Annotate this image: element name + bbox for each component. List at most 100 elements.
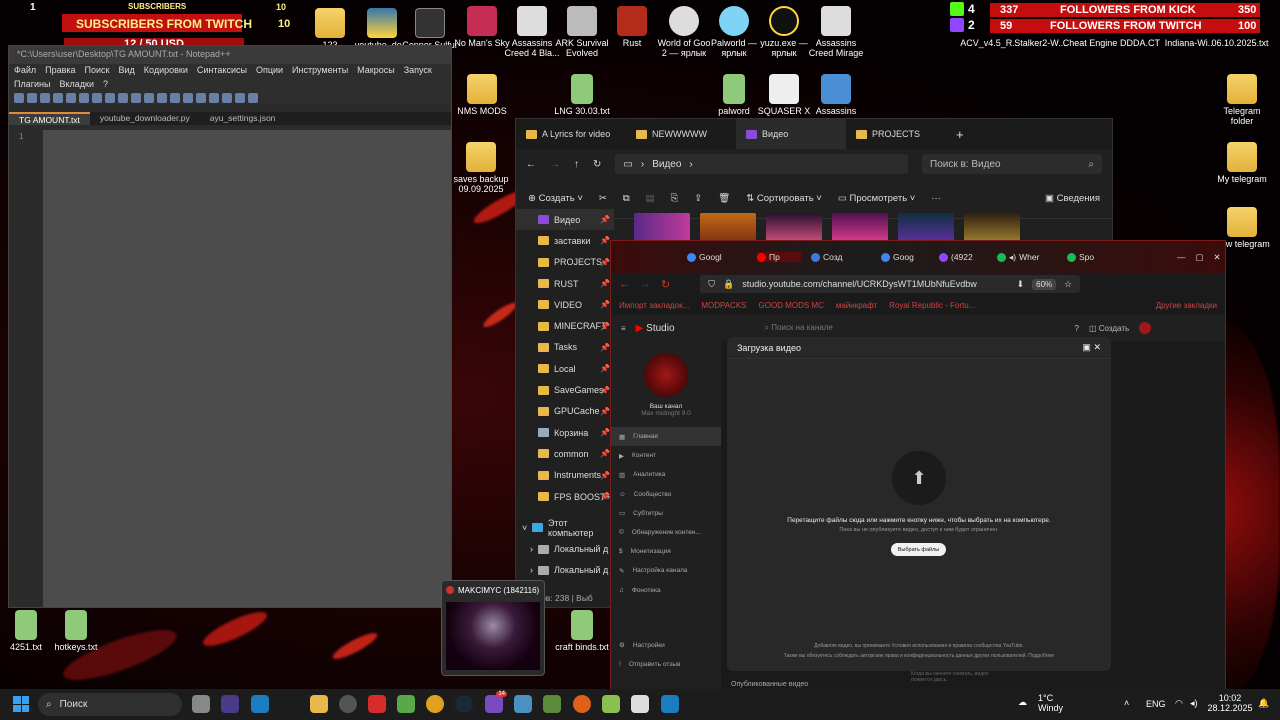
volume-icon[interactable]: ◂): [1190, 698, 1198, 709]
notepadpp-window[interactable]: *C:\Users\user\Desktop\TG AMOUNT.txt - N…: [8, 45, 452, 608]
nav-monetization[interactable]: $ Монетизация: [611, 542, 721, 561]
nav-item-video-folder[interactable]: VIDEO 📌: [516, 294, 614, 315]
desktop-icon-squaser[interactable]: SQUASER X: [754, 74, 814, 116]
url-bar[interactable]: ⛉ 🔒 studio.youtube.com/channel/UCRKDysWT1M…: [700, 275, 1081, 293]
tab-tg-amount[interactable]: TG AMOUNT.txt: [9, 112, 90, 125]
open-icon[interactable]: [27, 93, 37, 103]
editor-area[interactable]: 1: [9, 130, 451, 607]
weather[interactable]: ☁ 1°C Windy: [1016, 693, 1076, 713]
browser-tab[interactable]: Пр: [757, 252, 801, 262]
minecraft-icon[interactable]: [543, 695, 561, 713]
more-icon[interactable]: ···: [931, 193, 941, 204]
desktop-icon-acmirage[interactable]: Assassins Creed Mirage: [806, 6, 866, 58]
desktop-icon-nmsmods[interactable]: NMS MODS: [452, 74, 512, 116]
close-icon[interactable]: ✕: [1214, 252, 1221, 263]
menu-item[interactable]: Запуск: [404, 65, 432, 77]
language-indicator[interactable]: ENG: [1146, 699, 1166, 709]
browser-tab[interactable]: Googl: [687, 252, 747, 262]
close-icon[interactable]: [66, 93, 76, 103]
notepadpp-icon[interactable]: [602, 695, 620, 713]
app-icon[interactable]: 14: [485, 691, 507, 713]
sort-button[interactable]: ⇅ Сортировать ˅: [746, 193, 822, 204]
desktop-icon-06102025[interactable]: 06.10.2025.txt: [1210, 38, 1270, 48]
photos-icon[interactable]: [514, 695, 532, 713]
search-input[interactable]: Поиск в: Видео ⌕: [922, 154, 1102, 174]
menu-item[interactable]: Кодировки: [144, 65, 188, 77]
desktop-icon-123[interactable]: 123: [300, 8, 360, 50]
nav-item-recycle[interactable]: Корзина 📌: [516, 422, 614, 443]
browser-window[interactable]: Googl Пр Созд Goog (4922 ◂) Wher Spo — ▢ …: [610, 240, 1226, 720]
nav-item-video[interactable]: Видео 📌: [516, 209, 614, 231]
nav-item-rust[interactable]: RUST 📌: [516, 273, 614, 294]
nav-customization[interactable]: ✎ Настройка канала: [611, 561, 721, 580]
browser-tab[interactable]: (4922: [939, 252, 987, 262]
macro-icon[interactable]: [222, 93, 232, 103]
nav-dashboard[interactable]: ▦ Главная: [611, 427, 721, 447]
forward-icon[interactable]: →: [550, 159, 560, 170]
menu-item[interactable]: Инструменты: [292, 65, 348, 77]
up-icon[interactable]: ↑: [574, 159, 579, 170]
desktop-icon-copper[interactable]: Copper Sulfur: [400, 8, 460, 50]
new-file-icon[interactable]: [14, 93, 24, 103]
chrome-icon[interactable]: [426, 695, 444, 713]
taskbar-search[interactable]: ⌕ Поиск: [38, 693, 182, 716]
menu-item[interactable]: Файл: [14, 65, 36, 77]
nav-item-projects[interactable]: PROJECTS 📌: [516, 252, 614, 273]
back-icon[interactable]: ←: [619, 278, 630, 290]
nav-analytics[interactable]: ▥ Аналитика: [611, 465, 721, 484]
video-thumbnail[interactable]: [700, 213, 756, 243]
menu-item[interactable]: Вкладки: [59, 79, 94, 91]
breadcrumb[interactable]: Видео: [652, 159, 681, 170]
vscode-icon[interactable]: [251, 695, 269, 713]
desktop-icon-yuzu[interactable]: yuzu.exe — ярлык: [754, 6, 814, 58]
video-thumbnail[interactable]: [964, 213, 1020, 243]
copy-icon[interactable]: [105, 93, 115, 103]
nav-content[interactable]: ▶ Контент: [611, 446, 721, 465]
tab-youtube-downloader[interactable]: youtube_downloader.py: [90, 112, 200, 125]
desktop-icon-saves-backup[interactable]: saves backup 09.09.2025: [451, 142, 511, 194]
address-bar[interactable]: ▭ › Видео ›: [615, 154, 908, 174]
nav-item-savegames[interactable]: SaveGames 📌: [516, 379, 614, 400]
menu-item[interactable]: Макросы: [357, 65, 395, 77]
add-tab-icon[interactable]: +: [956, 127, 964, 142]
print-icon[interactable]: [79, 93, 89, 103]
notification-icon[interactable]: 🔔: [1258, 698, 1269, 709]
forward-icon[interactable]: →: [640, 278, 651, 290]
browser-tab[interactable]: Spo: [1067, 252, 1127, 262]
menu-item[interactable]: Синтаксисы: [197, 65, 247, 77]
menu-item[interactable]: ?: [103, 79, 108, 91]
nav-settings[interactable]: ⚙ Настройки: [611, 636, 721, 655]
desktop-icon-my-telegram[interactable]: My telegram: [1212, 142, 1272, 184]
nav-community[interactable]: ☺ Сообщество: [611, 485, 721, 504]
tab-projects[interactable]: PROJECTS: [846, 119, 956, 149]
desktop-icon-lng[interactable]: LNG 30.03.txt: [552, 74, 612, 116]
video-thumbnail[interactable]: [766, 213, 822, 243]
nav-item-gpucache[interactable]: GPUCache 📌: [516, 401, 614, 422]
bookmark[interactable]: Royal Republic - Fortu...: [889, 301, 975, 310]
hamburger-icon[interactable]: ≡: [621, 324, 626, 333]
tab-newwwww[interactable]: NEWWWWW: [626, 119, 736, 149]
desktop-icon-hotkeys[interactable]: hotkeys.txt: [46, 610, 106, 652]
browser-tab[interactable]: Goog: [881, 252, 929, 262]
redo-icon[interactable]: [144, 93, 154, 103]
wrap-icon[interactable]: [196, 93, 206, 103]
browser-tab[interactable]: ◂) Wher: [997, 252, 1057, 263]
tree-local-disk-1[interactable]: › Локальный д: [516, 538, 614, 559]
bookmark[interactable]: GOOD MODS MC: [759, 301, 824, 310]
desktop-icon-telegram-folder[interactable]: Telegram folder: [1212, 74, 1272, 126]
feedback-icon[interactable]: ▣: [1082, 342, 1091, 352]
nav-feedback[interactable]: ! Отправить отзыв: [611, 655, 721, 674]
tab-video[interactable]: Видео: [736, 119, 846, 149]
obs-icon[interactable]: [339, 695, 357, 713]
tree-local-disk-2[interactable]: › Локальный д: [516, 560, 614, 581]
select-files-button[interactable]: Выбрать файлы: [891, 543, 946, 556]
copy-icon[interactable]: ⧉: [623, 193, 630, 204]
paste-icon[interactable]: ▤: [646, 193, 655, 204]
find-icon[interactable]: [157, 93, 167, 103]
task-view-icon[interactable]: [192, 695, 210, 713]
desktop-icon-craft-binds[interactable]: craft binds.txt: [552, 610, 612, 652]
nav-item-common[interactable]: common 📌: [516, 443, 614, 464]
notepad-icon[interactable]: [397, 695, 415, 713]
refresh-icon[interactable]: ↻: [593, 159, 601, 170]
notes-icon[interactable]: [631, 695, 649, 713]
